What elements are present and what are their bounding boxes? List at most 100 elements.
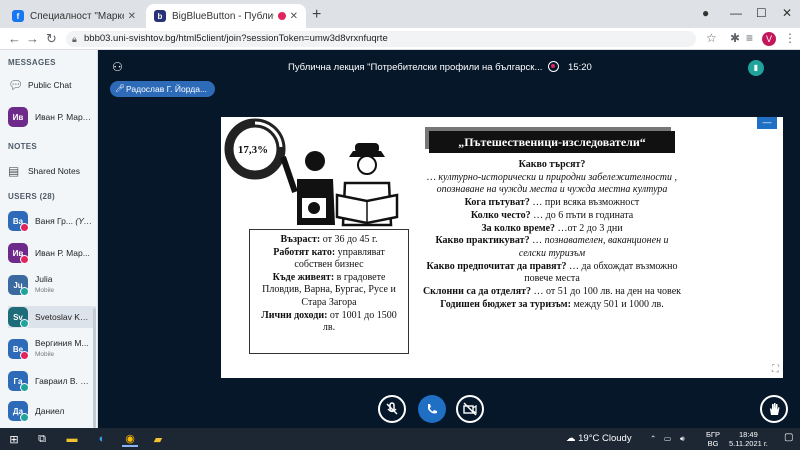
meeting-area: ⚇ Публична лекция "Потребителски профили…	[98, 50, 800, 428]
profile-info-box: Възраст: от 36 до 45 г. Работят като: уп…	[249, 229, 409, 354]
url-text: bbb03.uni-svishtov.bg/html5client/join?s…	[84, 33, 388, 44]
avatar: Ив	[8, 243, 29, 264]
info-line: Къде живеят: в градовете Пловдив, Варна,…	[262, 271, 396, 308]
muted-mic-icon	[20, 223, 29, 232]
public-chat-item[interactable]: 💬︎ Public Chat	[8, 74, 96, 96]
user-name: Ваня Гр... (You)	[35, 216, 93, 226]
listen-only-icon	[20, 287, 29, 296]
new-tab-button[interactable]: +	[312, 6, 321, 24]
avatar: Ве	[8, 339, 29, 360]
temperature: 19°C	[578, 433, 600, 444]
slide-heading: „Пътешественици-изследователи“	[429, 131, 675, 153]
sidebar: MESSAGES 💬︎ Public Chat Ив Иван Р. Марч.…	[0, 50, 98, 428]
record-button[interactable]	[548, 61, 559, 72]
notifications-icon[interactable]: ▢	[784, 433, 793, 443]
windows-start-icon[interactable]: ⊞	[6, 431, 22, 447]
user-list-item[interactable]: Ju Julia Mobile	[8, 274, 96, 296]
private-chat-name: Иван Р. Марч...	[35, 112, 93, 122]
connection-status-icon[interactable]: ▮	[748, 60, 764, 76]
avatar: Ju	[8, 275, 29, 296]
muted-mic-icon	[386, 402, 398, 415]
edge-icon[interactable]: ◐	[94, 431, 110, 447]
user-name: Вергиния М... Mobile	[35, 338, 89, 358]
language-indicator[interactable]: БГР BG	[706, 430, 720, 448]
close-tab-icon[interactable]: ✕	[290, 11, 298, 22]
close-tab-icon[interactable]: ✕	[128, 11, 136, 22]
minimize-presentation-button[interactable]: —	[757, 117, 777, 129]
info-line: Работят като: управляват собствен бизнес	[273, 246, 385, 271]
maximize-window-button[interactable]: ☐	[756, 6, 767, 20]
weather-widget[interactable]: ☁ 19°C Cloudy	[566, 433, 632, 444]
task-view-icon[interactable]: ⧉	[34, 431, 50, 447]
avatar: Sv	[8, 307, 29, 328]
hand-icon	[770, 403, 780, 415]
user-list-item[interactable]: Да Даниел	[8, 400, 96, 422]
weather-status: Cloudy	[602, 433, 632, 444]
browser-menu-icon[interactable]: ⋮	[784, 31, 796, 45]
public-chat-label: Public Chat	[28, 80, 72, 90]
volume-icon[interactable]: 🔊︎	[680, 434, 685, 443]
user-list-item[interactable]: Ве Вергиния М... Mobile	[8, 338, 96, 360]
user-list-item[interactable]: Sv Svetoslav Kal...	[8, 306, 96, 328]
clock[interactable]: 18:49 5.11.2021 г.	[729, 430, 768, 448]
chat-bubble-icon: 💬︎	[8, 78, 24, 92]
star-icon[interactable]: ☆	[706, 31, 717, 45]
close-window-button[interactable]: ✕	[782, 6, 792, 20]
presentation-slide: — 17,3% Възраст: от 36 до 45 г. Работят …	[221, 117, 783, 378]
lock-icon: 🔒︎	[72, 34, 77, 44]
user-list-item[interactable]: Ва Ваня Гр... (You)	[8, 210, 96, 232]
avatar: Ва	[8, 211, 29, 232]
recording-indicator-icon	[277, 12, 286, 20]
presenter-name: Радослав Г. Йорда...	[126, 84, 208, 94]
travelers-illustration	[224, 118, 399, 227]
talking-indicator[interactable]: 🎤︎ Радослав Г. Йорда...	[110, 81, 216, 97]
browser-tab-bar: f Специалност "Маркетинг" вигуо ✕ b BigB…	[0, 0, 800, 28]
user-list-item[interactable]: Ив Иван Р. Мар...	[8, 242, 96, 264]
slide-text-block: Какво търсят? … културно-исторически и п…	[421, 159, 683, 311]
clock-date: 5.11.2021 г.	[729, 439, 768, 448]
tab-bigbluebutton[interactable]: b BigBlueButton - Публична л ✕	[146, 4, 306, 28]
messages-section-title: MESSAGES	[8, 58, 56, 67]
sticky-notes-icon[interactable]: ▰	[150, 431, 166, 447]
facebook-icon: f	[12, 10, 24, 22]
address-toolbar: ← → ↻ 🔒︎ bbb03.uni-svishtov.bg/html5clie…	[0, 28, 800, 50]
slide-line: Какво практикуват? … познавателен, вакан…	[435, 235, 669, 259]
leave-audio-button[interactable]	[418, 395, 446, 423]
tab-title: BigBlueButton - Публична л	[172, 10, 274, 22]
raise-hand-button[interactable]	[760, 395, 788, 423]
person-head	[305, 151, 325, 171]
file-explorer-icon[interactable]: ▬	[64, 431, 80, 447]
shared-notes-label: Shared Notes	[28, 166, 80, 176]
media-icon[interactable]: ≡	[746, 31, 753, 45]
url-input[interactable]: 🔒︎ bbb03.uni-svishtov.bg/html5client/joi…	[66, 31, 696, 47]
tray-overflow-icon[interactable]: ⌃	[650, 434, 656, 443]
profile-menu-icon[interactable]: ●	[702, 6, 709, 20]
clock-time: 18:49	[739, 430, 758, 439]
users-section-title: USERS (28)	[8, 192, 56, 201]
listen-only-icon	[20, 413, 29, 422]
mute-microphone-button[interactable]	[378, 395, 406, 423]
network-icon[interactable]: ▭	[664, 434, 671, 443]
back-arrow-icon[interactable]: ←	[8, 31, 21, 46]
user-list-scrollbar[interactable]	[93, 308, 96, 428]
slide-line: … културно-исторически и природни забеле…	[426, 171, 678, 196]
user-name: Гавраил В. В...	[35, 376, 93, 386]
chrome-icon[interactable]: ◉	[122, 431, 138, 447]
forward-arrow-icon[interactable]: →	[26, 31, 39, 46]
profile-avatar[interactable]: V	[762, 32, 776, 46]
user-list-item[interactable]: Га Гавраил В. В...	[8, 370, 96, 392]
private-chat-item[interactable]: Ив Иван Р. Марч...	[8, 106, 96, 128]
avatar: Да	[8, 401, 29, 422]
reload-icon[interactable]: ↻	[46, 31, 57, 47]
extensions-icon[interactable]: ✱	[730, 31, 740, 45]
camera-off-icon	[463, 402, 477, 416]
slide-line: Кога пътуват? … при всяка възможност	[464, 197, 640, 209]
fullscreen-icon[interactable]: ⛶	[772, 364, 779, 375]
shared-notes-item[interactable]: ▤ Shared Notes	[8, 160, 96, 182]
listen-only-icon	[20, 383, 29, 392]
slide-line: За колко време? …от 2 до 3 дни	[481, 222, 623, 234]
tab-marketing[interactable]: f Специалност "Маркетинг" вигуо ✕	[4, 4, 144, 28]
users-toggle-icon[interactable]: ⚇	[112, 60, 123, 74]
minimize-window-button[interactable]: —	[730, 6, 742, 20]
share-webcam-button[interactable]	[456, 395, 484, 423]
